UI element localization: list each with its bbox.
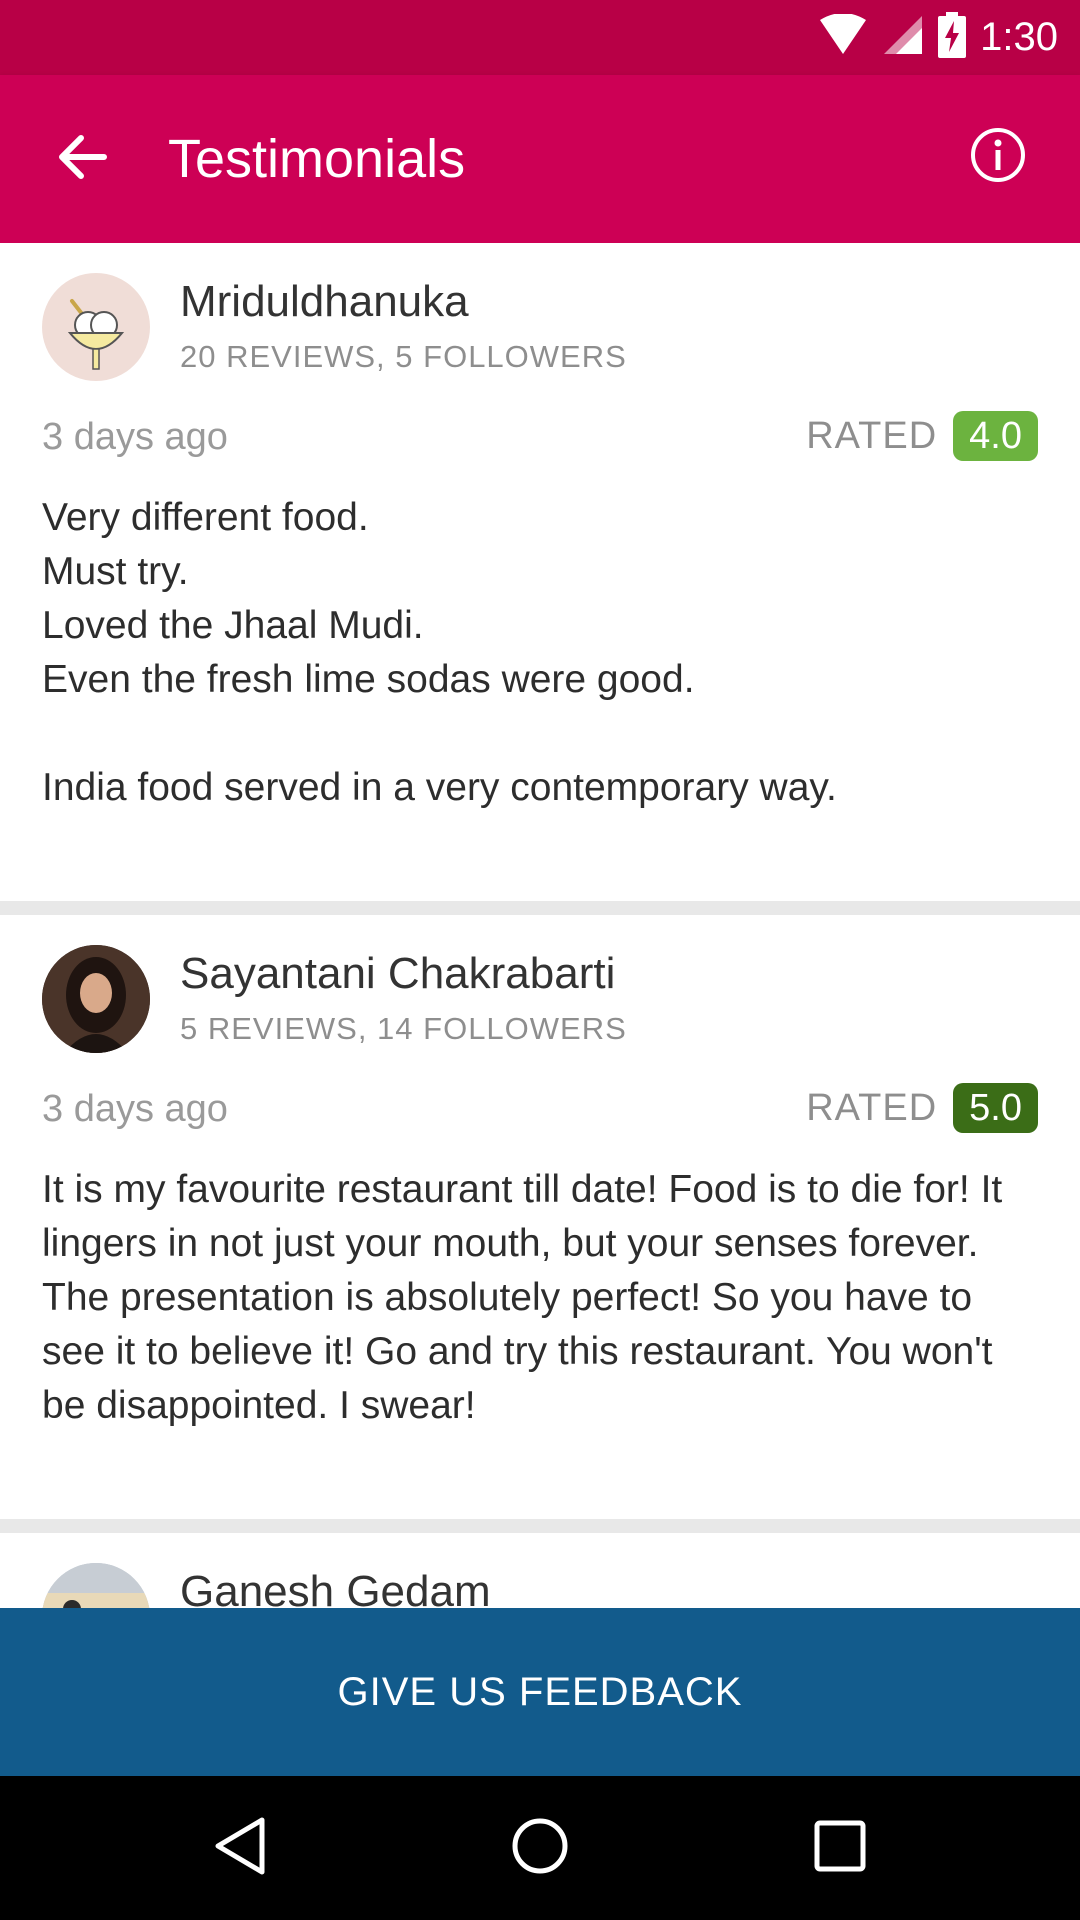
ice-cream-icon: [67, 299, 125, 370]
give-feedback-button[interactable]: GIVE US FEEDBACK: [0, 1608, 1080, 1776]
rating-row: RATED 4.0: [806, 411, 1038, 461]
review-text: It is my favourite restaurant till date!…: [42, 1168, 1003, 1427]
rating-row: RATED 5.0: [806, 1083, 1038, 1133]
avatar[interactable]: [42, 273, 150, 381]
reviewer-stats: 20 REVIEWS, 5 FOLLOWERS: [180, 339, 627, 374]
recents-square-icon: [812, 1818, 868, 1879]
reviewer-stats: 5 REVIEWS, 14 FOLLOWERS: [180, 1011, 627, 1046]
avatar[interactable]: [42, 1563, 150, 1608]
review-time: 3 days ago: [42, 416, 228, 458]
user-photo: [42, 1563, 150, 1608]
rated-label: RATED: [806, 414, 938, 457]
info-button[interactable]: [958, 117, 1038, 197]
reviewer-name[interactable]: Sayantani Chakrabarti: [180, 947, 615, 1001]
review-text: Very different food. Must try. Loved the…: [42, 496, 837, 809]
nav-recents-button[interactable]: [798, 1806, 882, 1890]
battery-charging-icon: [938, 12, 967, 63]
rating-badge: 5.0: [953, 1083, 1038, 1133]
divider: [0, 901, 1080, 915]
reviewer-name[interactable]: Mriduldhanuka: [180, 275, 469, 329]
back-button[interactable]: [42, 119, 122, 199]
arrow-left-icon: [57, 134, 107, 184]
system-nav-bar: [0, 1776, 1080, 1920]
review-card: Mriduldhanuka 20 REVIEWS, 5 FOLLOWERS 3 …: [0, 243, 1080, 901]
status-icons: 1:30: [818, 0, 1058, 75]
status-bar: 1:30: [0, 0, 1080, 75]
status-time: 1:30: [980, 15, 1058, 59]
reviewer-name[interactable]: Ganesh Gedam: [180, 1565, 491, 1608]
nav-back-button[interactable]: [198, 1806, 282, 1890]
rated-label: RATED: [806, 1086, 938, 1129]
review-card: Sayantani Chakrabarti 5 REVIEWS, 14 FOLL…: [0, 915, 1080, 1519]
avatar[interactable]: [42, 945, 150, 1053]
divider: [0, 1519, 1080, 1533]
review-time: 3 days ago: [42, 1088, 228, 1130]
feedback-label: GIVE US FEEDBACK: [337, 1669, 743, 1714]
cell-signal-icon: [882, 14, 924, 61]
info-circle-icon: [970, 127, 1026, 188]
user-photo: [42, 945, 150, 1053]
wifi-icon: [818, 13, 868, 61]
review-card: Ganesh Gedam: [0, 1533, 1080, 1608]
back-triangle-icon: [210, 1814, 270, 1883]
app-toolbar: Testimonials: [0, 75, 1080, 243]
page-title: Testimonials: [168, 129, 466, 189]
rating-badge: 4.0: [953, 411, 1038, 461]
home-circle-icon: [510, 1816, 570, 1881]
nav-home-button[interactable]: [498, 1806, 582, 1890]
